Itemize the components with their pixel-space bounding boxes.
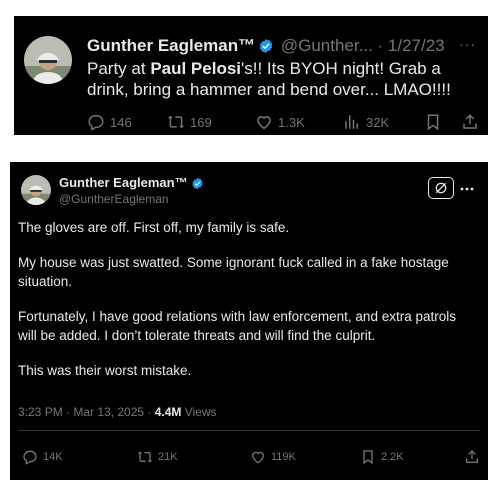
tweet-paragraph: My house was just swatted. Some ignorant… [18,255,449,289]
views-count: 4.4M [154,405,182,419]
tweet-header: Gunther Eagleman™ @Gunther... · 1/27/23 [87,36,445,56]
bookmark-icon [363,450,373,465]
heart-icon [251,451,265,464]
grok-button[interactable] [428,177,454,199]
avatar-image [21,175,51,205]
more-options-icon[interactable]: ··· [459,36,476,52]
avatar-image [24,36,72,84]
more-options-icon[interactable] [460,180,474,194]
grok-icon [435,182,447,194]
views-button[interactable]: 32K [343,112,389,132]
share-button[interactable] [461,112,484,132]
tweet-metadata: 3:23 PM · Mar 13, 2025 · 4.4M Views [18,405,217,419]
tweet-date[interactable]: · 1/27/23 [378,36,445,55]
like-button[interactable]: 1.3K [255,112,305,132]
tweet-text-part: Party at [87,59,151,78]
ellipsis-icon [460,187,474,191]
retweet-count: 169 [190,114,212,130]
display-name-text: Gunther Eagleman™ [59,175,188,190]
reply-icon [88,114,104,131]
view-count: 32K [366,114,390,130]
reply-count: 146 [110,114,132,130]
tweet-card-1[interactable]: Gunther Eagleman™ @Gunther... · 1/27/23 … [14,16,488,135]
bookmark-count: 2.2K [381,451,404,463]
divider [18,430,480,431]
mention-text: Paul Pelosi [150,59,242,78]
verified-badge-icon [191,177,203,190]
like-count: 1.3K [278,114,305,130]
reply-count: 14K [43,451,63,463]
action-bar: 146 169 1.3K 32K [87,112,479,132]
share-button[interactable] [464,447,485,467]
like-count: 119K [271,451,296,463]
display-name[interactable]: Gunther Eagleman™ [59,175,206,190]
handle[interactable]: @GuntherEagleman [59,192,169,206]
tweet-text: Party at Paul Pelosi's!! Its BYOH night!… [87,58,479,100]
tweet-paragraph: The gloves are off. First off, my family… [18,220,290,235]
handle[interactable]: @Gunther... [281,36,373,55]
bookmark-button[interactable] [424,112,447,132]
share-icon [463,114,477,129]
retweet-icon [137,451,153,463]
display-name[interactable]: Gunther Eagleman™ [87,36,255,55]
avatar[interactable] [24,36,72,84]
views-label: Views [181,405,217,419]
analytics-icon [345,115,358,129]
tweet-paragraph: Fortunately, I have good relations with … [18,309,456,343]
tweet-card-2[interactable]: Gunther Eagleman™ @GuntherEagleman The g… [10,162,488,480]
like-button[interactable]: 119K [250,447,296,467]
tweet-paragraph: This was their worst mistake. [18,363,192,378]
reply-icon [23,450,37,465]
reply-button[interactable]: 14K [22,447,63,467]
verified-badge-icon [259,39,273,53]
bookmark-icon [427,114,439,131]
tweet-text: The gloves are off. First off, my family… [18,218,478,396]
bookmark-button[interactable]: 2.2K [360,447,404,467]
avatar[interactable] [21,175,51,205]
retweet-icon [167,115,185,129]
reply-button[interactable]: 146 [87,112,132,132]
heart-icon [257,116,271,130]
retweet-count: 21K [158,451,178,463]
tweet-timestamp[interactable]: 3:23 PM · Mar 13, 2025 · [18,405,155,419]
action-bar: 14K 21K 119K 2.2K [22,447,480,467]
share-icon [466,450,478,463]
retweet-button[interactable]: 169 [167,112,212,132]
retweet-button[interactable]: 21K [137,447,178,467]
